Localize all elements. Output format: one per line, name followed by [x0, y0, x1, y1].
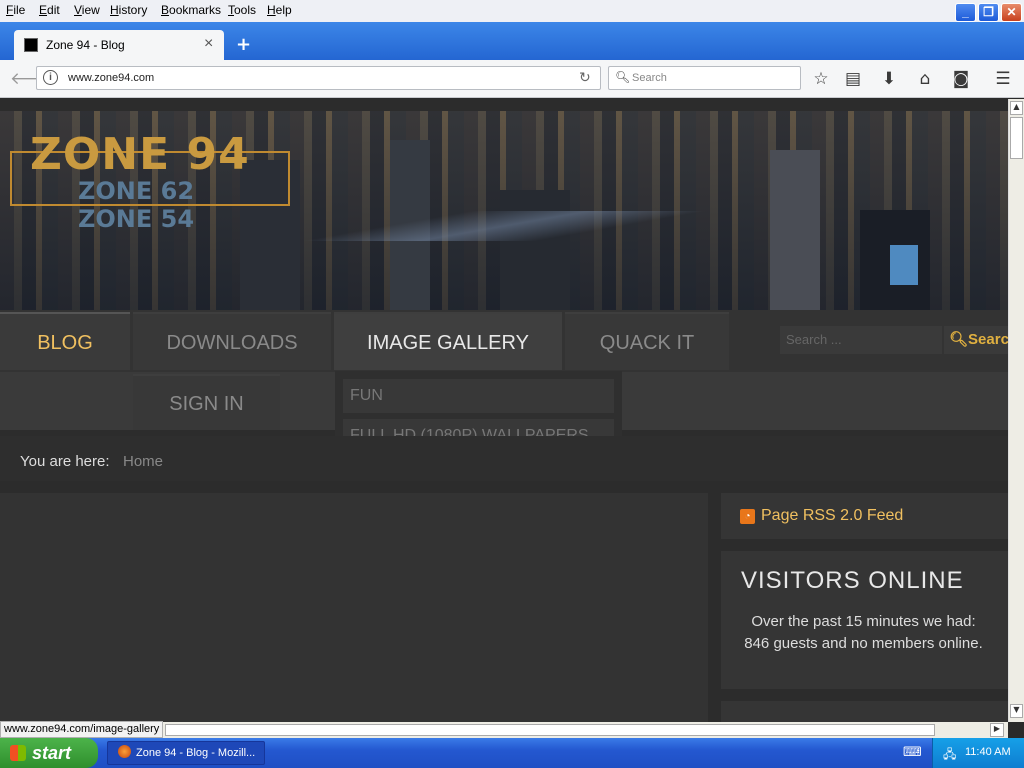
taskbar-window-label: Zone 94 - Blog - Mozill... [136, 747, 256, 759]
scroll-up-arrow-icon[interactable]: ▲ [1010, 101, 1023, 115]
site-search-input[interactable]: Search ... [780, 326, 942, 354]
menu-view[interactable]: View [74, 3, 100, 17]
menu-bookmarks[interactable]: Bookmarks [161, 3, 221, 17]
close-tab-icon[interactable]: × [204, 35, 213, 53]
scroll-right-arrow-icon[interactable]: ▶ [990, 723, 1004, 737]
nav-downloads[interactable]: DOWNLOADS [133, 312, 331, 370]
network-icon[interactable]: 🖧 [943, 745, 956, 766]
logo-sub-1: ZONE 62 [78, 177, 195, 205]
url-bar[interactable]: i www.zone94.com ↻ [36, 66, 601, 90]
horizontal-scroll-thumb[interactable] [165, 724, 935, 736]
header-banner: ZONE 94 ZONE 62 ZONE 54 [0, 111, 1008, 310]
menu-history[interactable]: History [110, 3, 147, 17]
favicon-icon [24, 38, 38, 52]
reload-icon[interactable]: ↻ [579, 69, 591, 86]
taskbar-window-button[interactable]: Zone 94 - Blog - Mozill... [107, 741, 265, 765]
browser-search-placeholder: Search [632, 72, 667, 84]
menu-help[interactable]: Help [267, 3, 292, 17]
new-tab-button[interactable]: + [236, 34, 251, 55]
vertical-scroll-thumb[interactable] [1010, 117, 1023, 159]
rss-module: ◔ Page RSS 2.0 Feed [721, 493, 1008, 539]
start-button[interactable]: start [0, 738, 98, 768]
downloads-icon[interactable]: ⬇ [878, 68, 900, 90]
visitors-title: VISITORS ONLINE [741, 567, 964, 594]
windows-logo-icon [10, 745, 26, 761]
nav-sign-in[interactable]: SIGN IN [133, 374, 280, 430]
nav-image-gallery[interactable]: IMAGE GALLERY [334, 312, 562, 370]
pocket-icon[interactable]: ◙ [950, 68, 972, 90]
close-window-button[interactable]: ✕ [1001, 3, 1022, 22]
tab-bar: Zone 94 - Blog × + [0, 22, 1024, 60]
breadcrumb-home[interactable]: Home [123, 453, 163, 470]
visitors-text: Over the past 15 minutes we had: 846 gue… [744, 613, 983, 652]
breadcrumb: You are here: Home [0, 436, 1008, 481]
browser-search-box[interactable]: 🔍︎ Search [608, 66, 801, 90]
navigation-toolbar: 🡐 i www.zone94.com ↻ 🔍︎ Search ☆ ▤ ⬇ ⌂ ◙… [0, 60, 1024, 98]
restore-button[interactable]: ❐ [978, 3, 999, 22]
keyboard-icon[interactable]: ⌨ [903, 745, 922, 760]
nav-blog[interactable]: BLOG [0, 312, 130, 370]
firefox-icon [118, 745, 131, 758]
start-label: start [32, 743, 72, 763]
menu-bar: File Edit View History Bookmarks Tools H… [0, 0, 1024, 22]
scroll-down-arrow-icon[interactable]: ▼ [1010, 704, 1023, 718]
menu-edit[interactable]: Edit [39, 3, 60, 17]
logo-sub-2: ZONE 54 [78, 205, 195, 233]
menu-file[interactable]: File [6, 3, 25, 17]
next-module [721, 701, 1008, 722]
main-content [0, 493, 708, 722]
dropdown-item-fun[interactable]: FUN [343, 379, 614, 413]
back-arrow-icon[interactable]: 🡐 [10, 68, 56, 90]
main-nav: BLOG DOWNLOADS IMAGE GALLERY QUACK IT Se… [0, 310, 1008, 372]
site-logo[interactable]: ZONE 94 [30, 129, 250, 180]
info-icon[interactable]: i [43, 70, 58, 85]
web-page: ZONE 94 ZONE 62 ZONE 54 BLOG DOWNLOADS I… [0, 99, 1008, 722]
site-search-button-label: Search [968, 331, 1008, 348]
clock: 11:40 AM [965, 746, 1011, 758]
rss-link[interactable]: Page RSS 2.0 Feed [761, 507, 903, 525]
url-text: www.zone94.com [68, 72, 155, 84]
reading-list-icon[interactable]: ▤ [842, 68, 864, 90]
vertical-scrollbar[interactable]: ▲ ▼ [1008, 99, 1024, 722]
home-icon[interactable]: ⌂ [914, 68, 936, 90]
breadcrumb-label: You are here: [20, 453, 110, 470]
magnifier-icon: 🔍︎ [949, 331, 969, 348]
menu-hamburger-icon[interactable]: ☰ [992, 68, 1014, 90]
site-search-button[interactable]: 🔍︎Search [944, 326, 1008, 354]
tab-title: Zone 94 - Blog [46, 38, 125, 52]
system-tray: 🖧 11:40 AM [932, 738, 1024, 768]
minimize-button[interactable]: _ [955, 3, 976, 22]
search-icon: 🔍︎ [615, 70, 631, 84]
nav-quack-it[interactable]: QUACK IT [565, 312, 729, 370]
browser-tab[interactable]: Zone 94 - Blog × [14, 30, 224, 60]
menu-tools[interactable]: Tools [228, 3, 256, 17]
rss-icon: ◔ [740, 509, 755, 524]
bookmark-star-icon[interactable]: ☆ [810, 68, 832, 90]
taskbar: start Zone 94 - Blog - Mozill... ⌨ 🖧 11:… [0, 738, 1024, 768]
status-bar: www.zone94.com/image-gallery [0, 721, 163, 738]
visitors-module: VISITORS ONLINE Over the past 15 minutes… [721, 551, 1008, 689]
